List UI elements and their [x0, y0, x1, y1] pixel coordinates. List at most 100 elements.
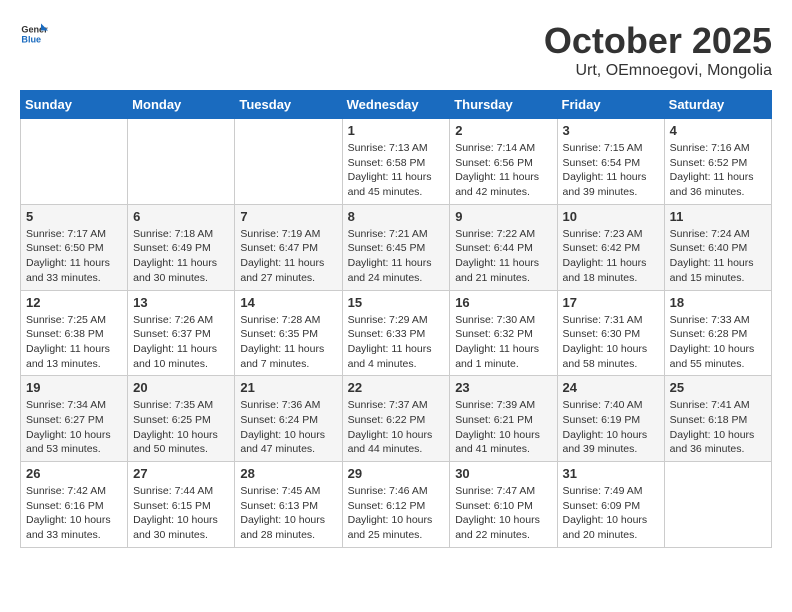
day-number: 26	[26, 466, 122, 481]
day-number: 21	[240, 380, 336, 395]
day-number: 16	[455, 295, 551, 310]
calendar-cell: 8 Sunrise: 7:21 AM Sunset: 6:45 PM Daylig…	[342, 204, 450, 290]
day-number: 23	[455, 380, 551, 395]
day-info: Sunrise: 7:22 AM Sunset: 6:44 PM Dayligh…	[455, 227, 551, 286]
calendar-week-3: 12 Sunrise: 7:25 AM Sunset: 6:38 PM Dayli…	[21, 290, 772, 376]
calendar-cell: 25 Sunrise: 7:41 AM Sunset: 6:18 PM Dayli…	[664, 376, 771, 462]
day-info: Sunrise: 7:30 AM Sunset: 6:32 PM Dayligh…	[455, 313, 551, 372]
day-number: 14	[240, 295, 336, 310]
calendar-cell: 18 Sunrise: 7:33 AM Sunset: 6:28 PM Dayli…	[664, 290, 771, 376]
day-info: Sunrise: 7:26 AM Sunset: 6:37 PM Dayligh…	[133, 313, 229, 372]
day-number: 24	[563, 380, 659, 395]
day-number: 1	[348, 123, 445, 138]
calendar-cell: 3Sunrise: 7:15 AM Sunset: 6:54 PM Daylig…	[557, 119, 664, 205]
calendar-week-5: 26 Sunrise: 7:42 AM Sunset: 6:16 PM Dayli…	[21, 462, 772, 548]
day-number: 8	[348, 209, 445, 224]
day-number: 20	[133, 380, 229, 395]
calendar-cell: 14 Sunrise: 7:28 AM Sunset: 6:35 PM Dayli…	[235, 290, 342, 376]
calendar-week-2: 5 Sunrise: 7:17 AM Sunset: 6:50 PM Daylig…	[21, 204, 772, 290]
calendar-cell: 9Sunrise: 7:22 AM Sunset: 6:44 PM Daylig…	[450, 204, 557, 290]
day-info: Sunrise: 7:42 AM Sunset: 6:16 PM Dayligh…	[26, 484, 122, 543]
logo: General Blue	[20, 20, 48, 48]
calendar-cell: 22Sunrise: 7:37 AM Sunset: 6:22 PM Dayli…	[342, 376, 450, 462]
calendar-cell: 10 Sunrise: 7:23 AM Sunset: 6:42 PM Dayli…	[557, 204, 664, 290]
calendar-cell: 19 Sunrise: 7:34 AM Sunset: 6:27 PM Dayli…	[21, 376, 128, 462]
calendar-cell: 17 Sunrise: 7:31 AM Sunset: 6:30 PM Dayli…	[557, 290, 664, 376]
day-number: 7	[240, 209, 336, 224]
day-number: 29	[348, 466, 445, 481]
header: General Blue October 2025 Urt, OEmnoegov…	[20, 20, 772, 80]
day-number: 5	[26, 209, 122, 224]
calendar-cell: 24 Sunrise: 7:40 AM Sunset: 6:19 PM Dayli…	[557, 376, 664, 462]
day-number: 28	[240, 466, 336, 481]
day-number: 19	[26, 380, 122, 395]
day-info: Sunrise: 7:33 AM Sunset: 6:28 PM Dayligh…	[670, 313, 766, 372]
day-number: 15	[348, 295, 445, 310]
weekday-header-friday: Friday	[557, 91, 664, 119]
month-title: October 2025	[544, 20, 772, 62]
weekday-header-tuesday: Tuesday	[235, 91, 342, 119]
day-info: Sunrise: 7:41 AM Sunset: 6:18 PM Dayligh…	[670, 398, 766, 457]
day-number: 2	[455, 123, 551, 138]
calendar-cell: 15Sunrise: 7:29 AM Sunset: 6:33 PM Dayli…	[342, 290, 450, 376]
day-number: 11	[670, 209, 766, 224]
calendar-week-4: 19 Sunrise: 7:34 AM Sunset: 6:27 PM Dayli…	[21, 376, 772, 462]
day-number: 25	[670, 380, 766, 395]
day-number: 30	[455, 466, 551, 481]
calendar-cell: 4Sunrise: 7:16 AM Sunset: 6:52 PM Daylig…	[664, 119, 771, 205]
calendar-cell: 29Sunrise: 7:46 AM Sunset: 6:12 PM Dayli…	[342, 462, 450, 548]
day-info: Sunrise: 7:31 AM Sunset: 6:30 PM Dayligh…	[563, 313, 659, 372]
day-info: Sunrise: 7:18 AM Sunset: 6:49 PM Dayligh…	[133, 227, 229, 286]
weekday-header-sunday: Sunday	[21, 91, 128, 119]
calendar-cell: 28 Sunrise: 7:45 AM Sunset: 6:13 PM Dayli…	[235, 462, 342, 548]
calendar-cell: 26 Sunrise: 7:42 AM Sunset: 6:16 PM Dayli…	[21, 462, 128, 548]
day-number: 27	[133, 466, 229, 481]
day-info: Sunrise: 7:23 AM Sunset: 6:42 PM Dayligh…	[563, 227, 659, 286]
day-info: Sunrise: 7:14 AM Sunset: 6:56 PM Dayligh…	[455, 141, 551, 200]
day-number: 17	[563, 295, 659, 310]
calendar-cell	[664, 462, 771, 548]
day-number: 12	[26, 295, 122, 310]
calendar-cell: 13 Sunrise: 7:26 AM Sunset: 6:37 PM Dayli…	[128, 290, 235, 376]
day-info: Sunrise: 7:28 AM Sunset: 6:35 PM Dayligh…	[240, 313, 336, 372]
day-info: Sunrise: 7:40 AM Sunset: 6:19 PM Dayligh…	[563, 398, 659, 457]
day-info: Sunrise: 7:36 AM Sunset: 6:24 PM Dayligh…	[240, 398, 336, 457]
calendar-cell	[235, 119, 342, 205]
calendar-cell: 2 Sunrise: 7:14 AM Sunset: 6:56 PM Daylig…	[450, 119, 557, 205]
day-info: Sunrise: 7:45 AM Sunset: 6:13 PM Dayligh…	[240, 484, 336, 543]
day-info: Sunrise: 7:24 AM Sunset: 6:40 PM Dayligh…	[670, 227, 766, 286]
calendar-cell: 20Sunrise: 7:35 AM Sunset: 6:25 PM Dayli…	[128, 376, 235, 462]
day-info: Sunrise: 7:34 AM Sunset: 6:27 PM Dayligh…	[26, 398, 122, 457]
calendar-cell: 16 Sunrise: 7:30 AM Sunset: 6:32 PM Dayli…	[450, 290, 557, 376]
calendar-cell: 21 Sunrise: 7:36 AM Sunset: 6:24 PM Dayli…	[235, 376, 342, 462]
day-number: 6	[133, 209, 229, 224]
calendar-cell: 7 Sunrise: 7:19 AM Sunset: 6:47 PM Daylig…	[235, 204, 342, 290]
weekday-header-wednesday: Wednesday	[342, 91, 450, 119]
day-number: 10	[563, 209, 659, 224]
day-info: Sunrise: 7:37 AM Sunset: 6:22 PM Dayligh…	[348, 398, 445, 457]
calendar-cell: 5 Sunrise: 7:17 AM Sunset: 6:50 PM Daylig…	[21, 204, 128, 290]
day-info: Sunrise: 7:16 AM Sunset: 6:52 PM Dayligh…	[670, 141, 766, 200]
calendar-cell: 27 Sunrise: 7:44 AM Sunset: 6:15 PM Dayli…	[128, 462, 235, 548]
logo-icon: General Blue	[20, 20, 48, 48]
svg-text:Blue: Blue	[21, 34, 41, 44]
day-info: Sunrise: 7:13 AM Sunset: 6:58 PM Dayligh…	[348, 141, 445, 200]
day-number: 13	[133, 295, 229, 310]
day-info: Sunrise: 7:49 AM Sunset: 6:09 PM Dayligh…	[563, 484, 659, 543]
day-number: 18	[670, 295, 766, 310]
day-info: Sunrise: 7:21 AM Sunset: 6:45 PM Dayligh…	[348, 227, 445, 286]
calendar-cell: 1 Sunrise: 7:13 AM Sunset: 6:58 PM Daylig…	[342, 119, 450, 205]
day-info: Sunrise: 7:25 AM Sunset: 6:38 PM Dayligh…	[26, 313, 122, 372]
weekday-header-monday: Monday	[128, 91, 235, 119]
calendar-cell	[21, 119, 128, 205]
day-info: Sunrise: 7:39 AM Sunset: 6:21 PM Dayligh…	[455, 398, 551, 457]
day-info: Sunrise: 7:19 AM Sunset: 6:47 PM Dayligh…	[240, 227, 336, 286]
day-info: Sunrise: 7:44 AM Sunset: 6:15 PM Dayligh…	[133, 484, 229, 543]
calendar-cell: 11 Sunrise: 7:24 AM Sunset: 6:40 PM Dayli…	[664, 204, 771, 290]
calendar-cell: 31Sunrise: 7:49 AM Sunset: 6:09 PM Dayli…	[557, 462, 664, 548]
calendar-cell: 6 Sunrise: 7:18 AM Sunset: 6:49 PM Daylig…	[128, 204, 235, 290]
day-info: Sunrise: 7:17 AM Sunset: 6:50 PM Dayligh…	[26, 227, 122, 286]
calendar-cell: 23 Sunrise: 7:39 AM Sunset: 6:21 PM Dayli…	[450, 376, 557, 462]
day-number: 3	[563, 123, 659, 138]
calendar-week-1: 1 Sunrise: 7:13 AM Sunset: 6:58 PM Daylig…	[21, 119, 772, 205]
